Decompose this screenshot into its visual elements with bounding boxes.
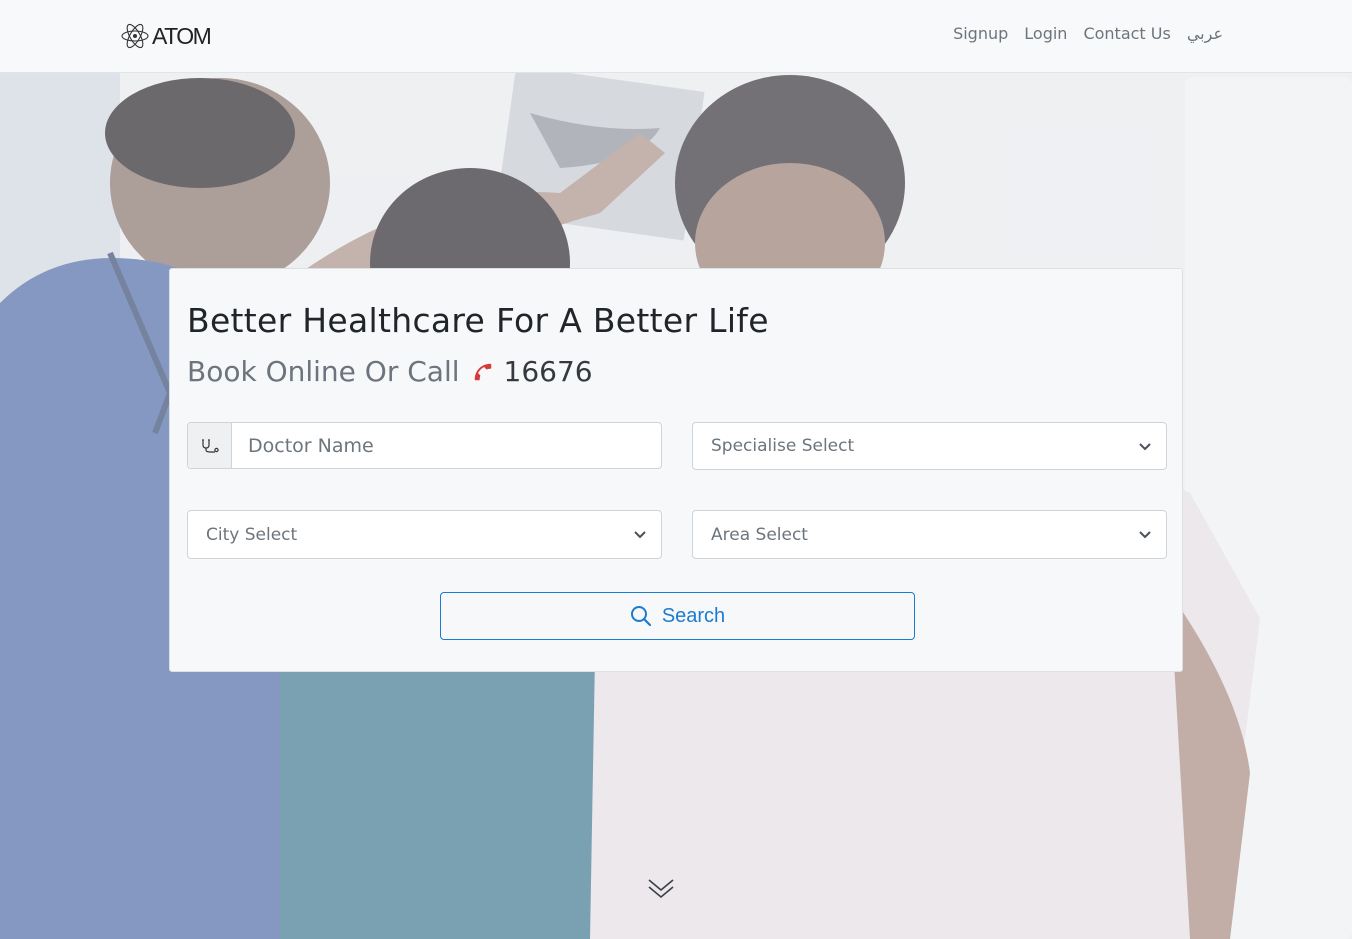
nav-login-link[interactable]: Login: [1024, 24, 1067, 43]
search-icon: [630, 606, 651, 627]
chevron-down-icon: [1139, 442, 1151, 450]
nav-language-link[interactable]: عربي: [1187, 24, 1223, 43]
doctor-name-input[interactable]: [232, 423, 652, 468]
top-navbar: ATOM Signup Login Contact Us عربي: [0, 0, 1352, 73]
subtitle-text: Book Online Or Call: [187, 355, 460, 388]
specialise-select[interactable]: Specialise Select: [692, 422, 1167, 470]
scroll-down-button[interactable]: [647, 876, 675, 902]
booking-subtitle: Book Online Or Call 16676: [187, 355, 593, 388]
city-select-value: City Select: [206, 524, 298, 545]
atom-logo-icon: [121, 23, 149, 49]
double-chevron-down-icon: [648, 879, 674, 899]
nav-contact-link[interactable]: Contact Us: [1083, 24, 1170, 43]
main-nav: Signup Login Contact Us عربي: [953, 24, 1223, 43]
city-select[interactable]: City Select: [187, 510, 662, 559]
area-select-value: Area Select: [711, 524, 808, 545]
specialise-select-value: Specialise Select: [711, 436, 855, 456]
search-button-label: Search: [661, 604, 726, 627]
doctor-name-input-group: [187, 422, 662, 469]
doctor-search-card: Better Healthcare For A Better Life Book…: [169, 268, 1183, 672]
page-title: Better Healthcare For A Better Life: [187, 301, 769, 340]
phone-icon: [472, 361, 494, 383]
chevron-down-icon: [1139, 531, 1151, 539]
area-select[interactable]: Area Select: [692, 510, 1167, 559]
hotline-number: 16676: [503, 355, 593, 388]
stethoscope-icon: [188, 423, 232, 468]
brand-logo[interactable]: ATOM: [120, 20, 212, 52]
brand-name: ATOM: [152, 22, 212, 49]
nav-signup-link[interactable]: Signup: [953, 24, 1008, 43]
search-button[interactable]: Search: [440, 592, 915, 640]
chevron-down-icon: [634, 531, 646, 539]
